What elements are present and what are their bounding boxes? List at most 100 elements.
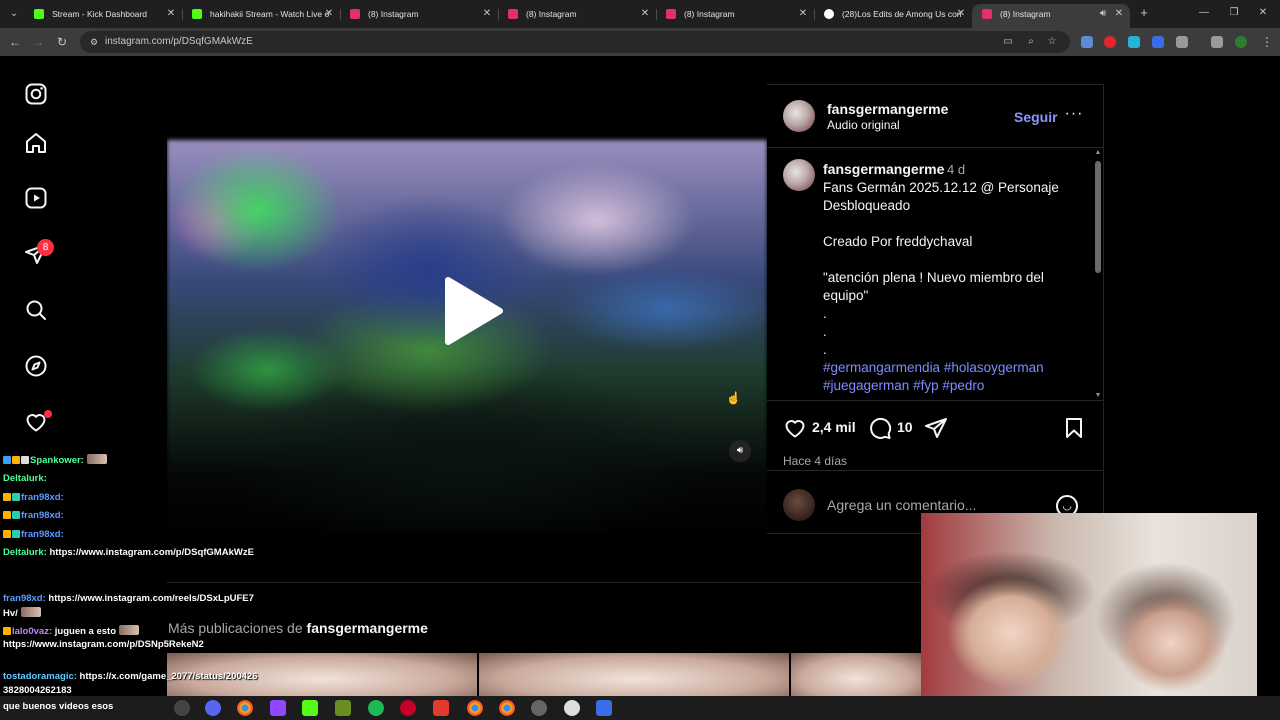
tab-instagram-active[interactable]: (8) Instagram 🔊︎ ✕: [972, 4, 1130, 28]
chrome-icon[interactable]: [467, 700, 483, 716]
extensions-puzzle-icon[interactable]: [1176, 36, 1188, 48]
tab-among-us-edits[interactable]: (28)Los Edits de Among Us con ✕: [814, 4, 972, 28]
back-icon[interactable]: ←: [8, 35, 22, 49]
minecraft-icon[interactable]: [335, 700, 351, 716]
close-tab-icon[interactable]: ✕: [164, 4, 178, 24]
tab-title: (8) Instagram: [526, 9, 577, 19]
close-tab-icon[interactable]: ✕: [638, 4, 652, 24]
address-url[interactable]: instagram.com/p/DSqfGMAkWzE: [105, 35, 253, 49]
tab-title: (28)Los Edits de Among Us con: [842, 9, 962, 19]
share-icon[interactable]: [924, 416, 948, 440]
more-options-icon[interactable]: ···: [1064, 105, 1084, 125]
reels-icon[interactable]: [24, 186, 48, 210]
extension-icon[interactable]: [1104, 36, 1116, 48]
app-icon[interactable]: [596, 700, 612, 716]
tab-search-icon[interactable]: ⌄: [6, 6, 22, 22]
caption-hashtags[interactable]: #germangarmendia #holasoygerman #juegage…: [823, 359, 1085, 395]
kick-icon[interactable]: [302, 700, 318, 716]
more-post-thumbnail[interactable]: [791, 653, 921, 696]
chrome-icon[interactable]: [499, 700, 515, 716]
tab-title: hakihakii Stream - Watch Live o: [210, 9, 330, 19]
tab-title: (8) Instagram: [368, 9, 419, 19]
post-media[interactable]: 🔊︎ ☝: [167, 84, 767, 534]
like-icon[interactable]: [783, 416, 807, 440]
caption-avatar[interactable]: [783, 159, 815, 191]
comments-count[interactable]: 10: [897, 419, 913, 435]
instagram-logo-icon[interactable]: [24, 82, 48, 106]
close-window-icon[interactable]: ✕: [1256, 6, 1270, 20]
audio-link[interactable]: Audio original: [827, 118, 900, 132]
likes-count[interactable]: 2,4 mil: [812, 419, 856, 435]
caption-line: [823, 215, 1085, 233]
close-tab-icon[interactable]: ✕: [954, 4, 968, 24]
close-tab-icon[interactable]: ✕: [796, 4, 810, 24]
instagram-favicon-icon: [982, 9, 992, 19]
profile-avatar[interactable]: [1235, 36, 1247, 48]
voicemod-icon[interactable]: [433, 700, 449, 716]
play-icon[interactable]: [442, 276, 504, 346]
maximize-icon[interactable]: ❐: [1227, 6, 1241, 20]
comment-icon[interactable]: [868, 416, 892, 440]
address-bar[interactable]: ⚙ instagram.com/p/DSqfGMAkWzE ▭ ⌕ ☆: [80, 31, 1070, 53]
author-avatar[interactable]: [783, 100, 815, 132]
save-bookmark-icon[interactable]: [1062, 416, 1086, 440]
caption-line: Fans Germán 2025.12.12 @ Personaje Desbl…: [823, 180, 1059, 213]
follow-button[interactable]: Seguir: [1014, 109, 1058, 125]
new-tab-icon[interactable]: +: [1137, 6, 1151, 20]
explore-icon[interactable]: [24, 354, 48, 378]
site-info-icon[interactable]: ⚙: [88, 36, 100, 48]
forward-icon[interactable]: →: [31, 35, 45, 49]
search-icon[interactable]: [24, 298, 48, 322]
caption-username[interactable]: fansgermangerme: [823, 161, 944, 177]
extension-icon[interactable]: [1081, 36, 1093, 48]
settings-icon[interactable]: [531, 700, 547, 716]
windows-taskbar: que buenos videos esos: [0, 696, 1280, 720]
chrome-icon[interactable]: [237, 700, 253, 716]
tab-instagram-3[interactable]: (8) Instagram ✕: [656, 4, 814, 28]
caption-line: Creado Por freddychaval: [823, 234, 973, 249]
more-posts-username[interactable]: fansgermangerme: [307, 620, 428, 636]
tab-instagram-2[interactable]: (8) Instagram ✕: [498, 4, 656, 28]
browser-menu-icon[interactable]: ⋮: [1260, 35, 1274, 49]
chat-text: https://www.instagram.com/reels/DSxLpUFE…: [48, 593, 254, 604]
tab-groups-icon[interactable]: [1211, 36, 1223, 48]
chat-text: https://www.instagram.com/p/DSNp5RekeN2: [3, 639, 204, 650]
volume-icon[interactable]: 🔊︎: [729, 440, 751, 462]
extension-icon[interactable]: [1152, 36, 1164, 48]
extension-icon[interactable]: [1128, 36, 1140, 48]
instagram-favicon-icon: [350, 9, 360, 19]
app-icon[interactable]: [400, 700, 416, 716]
close-tab-icon[interactable]: ✕: [480, 4, 494, 24]
discord-icon[interactable]: [205, 700, 221, 716]
tab-audio-icon[interactable]: 🔊︎: [1096, 4, 1110, 24]
chat-message: Deltalurk:: [3, 473, 47, 484]
author-username[interactable]: fansgermangerme: [827, 101, 948, 117]
caption-scrollbar[interactable]: ▲ ▼: [1094, 149, 1102, 400]
zoom-icon[interactable]: ⌕: [1025, 36, 1037, 48]
close-tab-icon[interactable]: ✕: [1112, 4, 1126, 24]
reload-icon[interactable]: ↻: [55, 35, 69, 49]
spotify-icon[interactable]: [368, 700, 384, 716]
bookmark-star-icon[interactable]: ☆: [1046, 36, 1058, 48]
media-player-icon[interactable]: [564, 700, 580, 716]
twitch-icon[interactable]: [270, 700, 286, 716]
chat-user: fran98xd:: [21, 529, 64, 540]
comment-input[interactable]: Agrega un comentario...: [827, 497, 976, 513]
chat-message: fran98xd:: [3, 529, 64, 540]
scroll-down-icon[interactable]: ▼: [1094, 392, 1102, 400]
tab-hakihakii-stream[interactable]: hakihakii Stream - Watch Live o ✕: [182, 4, 340, 28]
scrollbar-thumb[interactable]: [1095, 161, 1101, 273]
close-tab-icon[interactable]: ✕: [322, 4, 336, 24]
post-actions: 2,4 mil 10 Hace 4 días: [767, 400, 1103, 470]
chat-message: Hv/: [3, 607, 41, 619]
minimize-icon[interactable]: —: [1197, 6, 1211, 20]
scroll-up-icon[interactable]: ▲: [1094, 149, 1102, 157]
cast-icon[interactable]: ▭: [1002, 36, 1014, 48]
tab-instagram-1[interactable]: (8) Instagram ✕: [340, 4, 498, 28]
home-icon[interactable]: [24, 131, 48, 155]
tab-kick-dashboard[interactable]: Stream - Kick Dashboard ✕: [24, 4, 182, 28]
obs-icon[interactable]: [174, 700, 190, 716]
chat-message: 3828004262183: [3, 685, 72, 696]
more-post-thumbnail[interactable]: [479, 653, 789, 696]
instagram-favicon-icon: [508, 9, 518, 19]
